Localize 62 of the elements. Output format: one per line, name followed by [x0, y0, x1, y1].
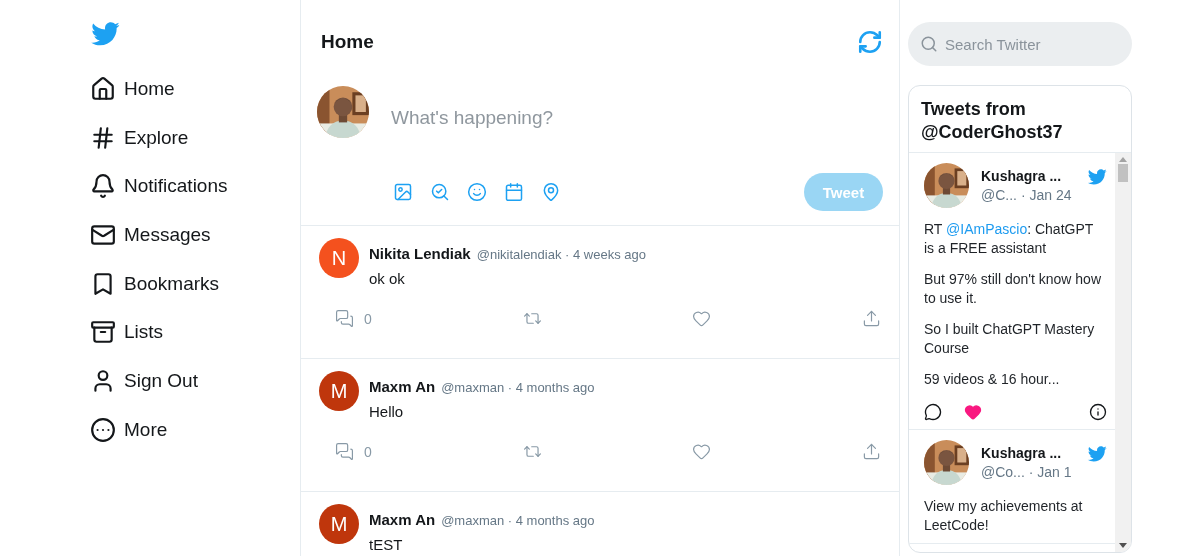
reply-icon[interactable] [335, 442, 354, 461]
bird-icon [1087, 169, 1107, 186]
scrollbar[interactable] [1115, 153, 1131, 552]
author-name: Maxm An [369, 378, 436, 395]
home-icon [90, 75, 116, 102]
hash-icon [90, 124, 116, 151]
reply-icon[interactable] [335, 309, 354, 328]
envelope-icon [90, 222, 116, 248]
bell-icon [90, 173, 116, 200]
refresh-icon[interactable] [857, 29, 883, 55]
stack-icon [90, 319, 116, 346]
info-icon[interactable] [1089, 403, 1107, 421]
tweet-meta: @Co... · Jan 1 [981, 464, 1073, 480]
tweet-text: But 97% still don't know how to use it. [924, 270, 1102, 308]
tweet-text: Hello [369, 403, 405, 420]
tweet-text: View my achievements at LeetCode! [924, 497, 1084, 535]
heart-icon[interactable] [964, 403, 982, 421]
nav-item[interactable]: Explore [90, 115, 300, 160]
tweet-text: 59 videos & 16 hour... [924, 370, 1061, 389]
author-name: Nikita Lendiak [369, 245, 471, 262]
page-title: Home [321, 31, 374, 53]
bird-logo-icon [90, 22, 120, 47]
comment-icon[interactable] [924, 403, 942, 421]
tweet-text: So I built ChatGPT Mastery Course [924, 320, 1096, 358]
more-icon [90, 416, 116, 443]
share-icon[interactable] [862, 442, 881, 461]
reply-count: 0 [364, 310, 372, 327]
nav-item[interactable]: Notifications [90, 163, 300, 209]
search-icon [920, 35, 938, 53]
scrollbar-thumb[interactable] [1118, 164, 1128, 182]
tweet-meta: @maxman · 4 months ago [441, 380, 595, 395]
bird-icon [1087, 446, 1107, 463]
scroll-up-icon[interactable] [1119, 157, 1127, 162]
smile-icon[interactable] [467, 182, 487, 202]
heart-icon[interactable] [692, 442, 712, 461]
avatar: M [319, 371, 359, 411]
heart-icon[interactable] [692, 309, 712, 328]
avatar: M [319, 504, 359, 544]
share-icon[interactable] [862, 309, 881, 328]
tweet-meta: @maxman · 4 months ago [441, 513, 595, 528]
author-name: Kushagra ... [981, 445, 1063, 461]
nav-item[interactable]: Messages [90, 212, 300, 258]
tweet-text: tEST [369, 536, 404, 553]
author-name: Kushagra ... [981, 168, 1063, 184]
scroll-down-icon[interactable] [1119, 543, 1127, 548]
widget-title: Tweets from @CoderGhost37 [909, 86, 1131, 153]
nav-item[interactable]: Lists [90, 310, 300, 355]
location-pin-icon[interactable] [541, 182, 561, 202]
nav-item[interactable]: Sign Out [90, 358, 300, 404]
author-name: Maxm An [369, 511, 436, 528]
calendar-icon[interactable] [504, 182, 524, 202]
tweet-text: RT @IAmPascio: ChatGPT is a FREE assistant [924, 220, 1095, 258]
tweet-text: ok ok [369, 270, 406, 287]
nav-item[interactable]: Home [90, 66, 300, 112]
avatar: N [319, 238, 359, 278]
reply-count: 0 [364, 443, 372, 460]
nav-item[interactable]: Bookmarks [90, 261, 300, 307]
image-icon[interactable] [393, 182, 413, 202]
nav-item[interactable]: More [90, 407, 300, 453]
tweet-meta: @C... · Jan 24 [981, 187, 1073, 203]
tweet-meta: @nikitalendiak · 4 weeks ago [476, 247, 646, 262]
search-field[interactable]: Search Twitter [908, 22, 1132, 66]
